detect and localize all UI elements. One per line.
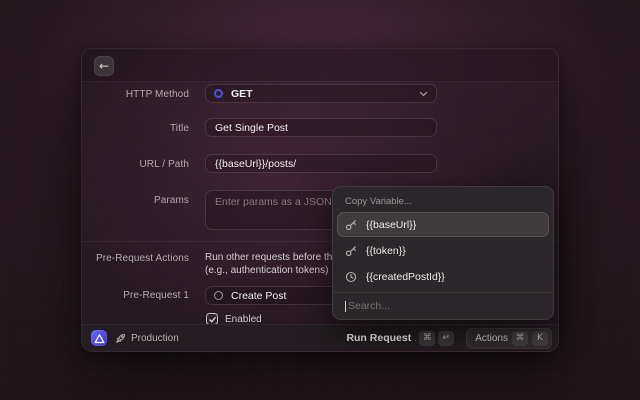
url-path-input[interactable] bbox=[205, 154, 437, 173]
run-request-shortcut: ⌘ ↵ bbox=[419, 331, 454, 346]
pre-request-actions-label: Pre-Request Actions bbox=[82, 253, 189, 264]
params-label: Params bbox=[82, 195, 189, 206]
variable-label: {{baseUrl}} bbox=[366, 219, 416, 231]
url-path-label: URL / Path bbox=[82, 159, 189, 170]
app-logo[interactable] bbox=[91, 330, 107, 346]
environment-name: Production bbox=[131, 333, 179, 344]
variable-label: {{createdPostId}} bbox=[366, 271, 445, 283]
search-placeholder: Search... bbox=[348, 300, 390, 312]
clock-icon bbox=[345, 271, 357, 283]
variable-label: {{token}} bbox=[366, 245, 406, 257]
k-key-icon: K bbox=[532, 331, 548, 346]
environment-switcher[interactable]: Production bbox=[115, 333, 179, 344]
http-method-select[interactable]: GET bbox=[205, 84, 437, 103]
variable-item-token[interactable]: {{token}} bbox=[337, 238, 549, 263]
http-method-value: GET bbox=[231, 88, 253, 100]
run-request-button[interactable]: Run Request bbox=[346, 332, 411, 344]
app-background: ← HTTP Method GET Title URL / Path Param… bbox=[0, 0, 640, 400]
pre-request-1-label: Pre-Request 1 bbox=[82, 290, 189, 301]
title-label: Title bbox=[82, 123, 189, 134]
actions-label: Actions bbox=[475, 333, 508, 344]
key-icon bbox=[345, 219, 357, 231]
back-button[interactable]: ← bbox=[94, 56, 114, 76]
command-key-icon: ⌘ bbox=[512, 331, 528, 346]
return-key-icon: ↵ bbox=[438, 331, 454, 346]
status-bar: Production Run Request ⌘ ↵ Actions ⌘ K bbox=[82, 324, 558, 351]
http-method-label: HTTP Method bbox=[82, 89, 189, 100]
copy-variable-popover: Copy Variable... {{baseUrl}} {{token}} bbox=[332, 186, 554, 320]
rocket-icon bbox=[115, 333, 126, 344]
title-input[interactable] bbox=[205, 118, 437, 137]
variable-search-input[interactable]: Search... bbox=[333, 292, 553, 319]
status-bar-actions: Run Request ⌘ ↵ Actions ⌘ K bbox=[346, 328, 552, 349]
variable-item-createdpostid[interactable]: {{createdPostId}} bbox=[337, 264, 549, 289]
command-key-icon: ⌘ bbox=[419, 331, 435, 346]
text-caret bbox=[345, 301, 346, 312]
back-arrow-icon: ← bbox=[99, 59, 109, 73]
key-icon bbox=[345, 245, 357, 257]
variable-item-baseurl[interactable]: {{baseUrl}} bbox=[337, 212, 549, 237]
request-circle-icon bbox=[214, 291, 223, 300]
check-icon bbox=[208, 315, 217, 324]
chevron-down-icon bbox=[419, 91, 428, 97]
method-circle-icon bbox=[214, 89, 223, 98]
window-header: ← bbox=[82, 49, 558, 82]
popover-title: Copy Variable... bbox=[333, 187, 553, 212]
triangle-logo-icon bbox=[94, 333, 105, 344]
actions-button[interactable]: Actions ⌘ K bbox=[466, 328, 552, 349]
pre-request-1-value: Create Post bbox=[231, 290, 286, 302]
